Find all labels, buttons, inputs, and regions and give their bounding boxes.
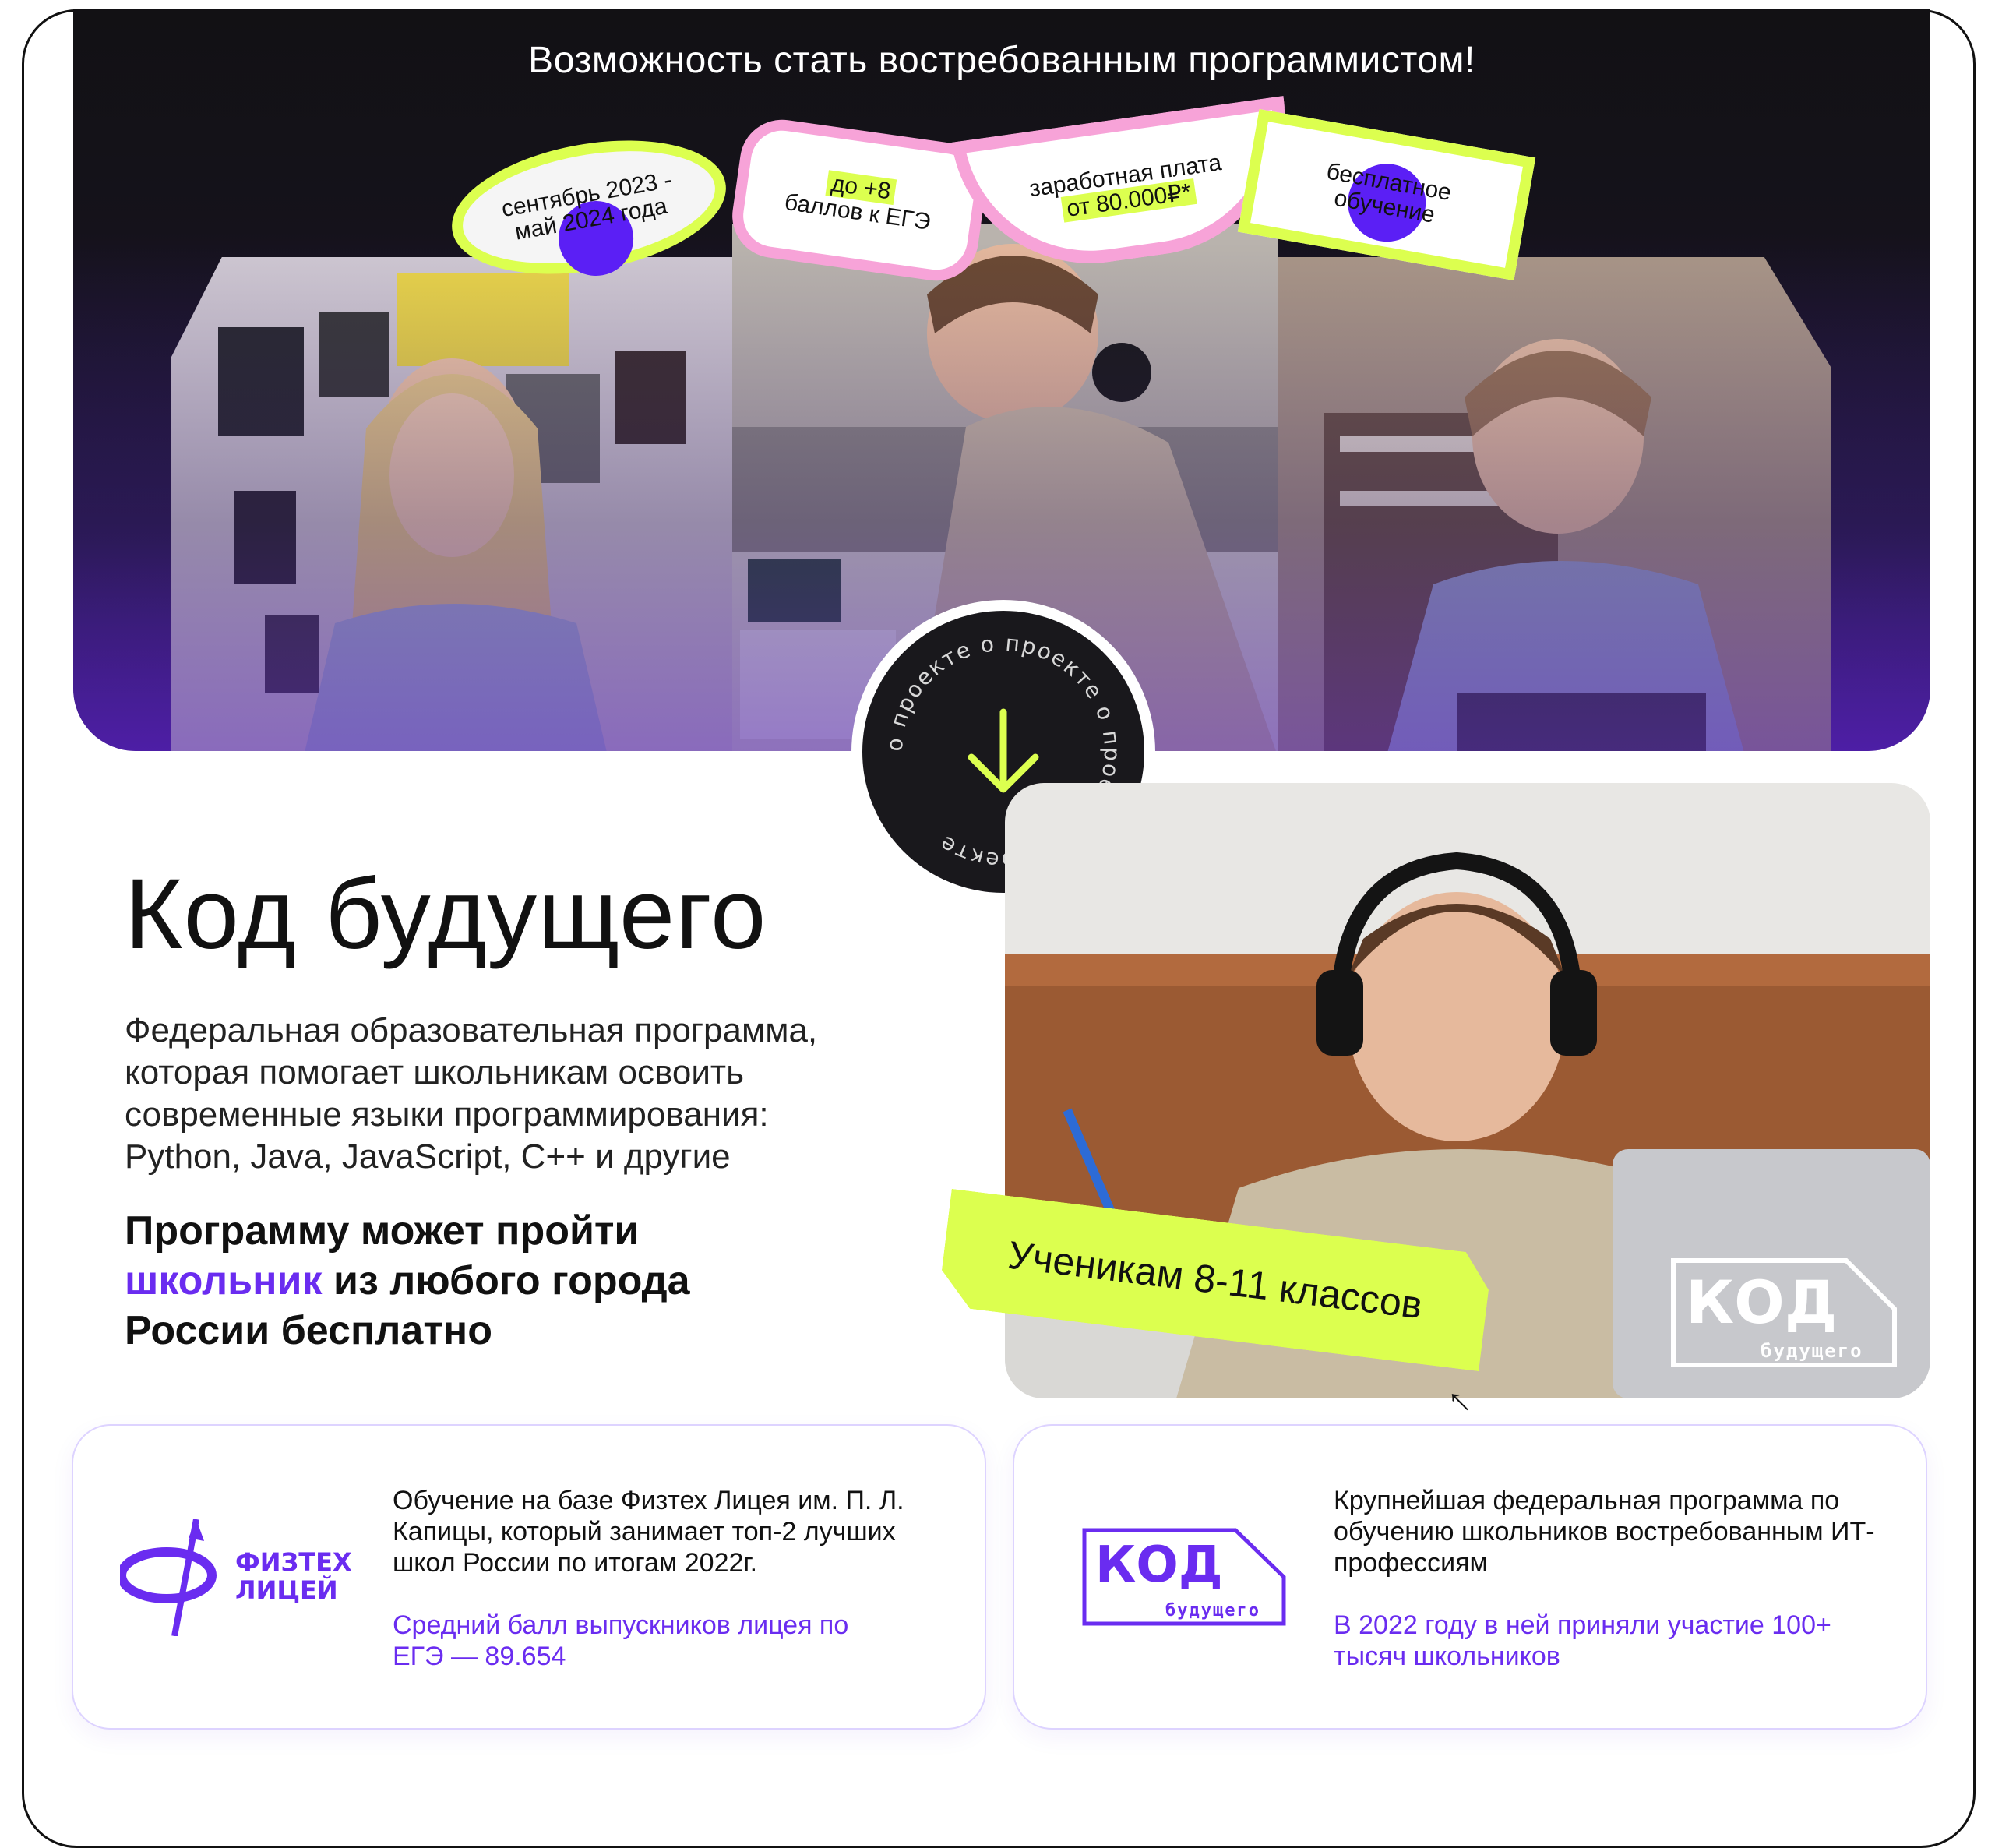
- corner-logo-sub: будущего: [1761, 1340, 1863, 1362]
- grade-tag-text: Ученикам 8-11 классов: [1006, 1233, 1425, 1328]
- program-card-text: Крупнейшая федеральная программа по обуч…: [1334, 1486, 1875, 1578]
- fiztech-lyceum-logo: ФИЗТЕХ ЛИЦЕЙ: [120, 1519, 352, 1636]
- info-card-program: КОД будущего Крупнейшая федеральная прог…: [1013, 1424, 1927, 1730]
- lead-part1: Программу может пройти: [125, 1208, 640, 1254]
- lead-accent: школьник: [125, 1258, 323, 1303]
- hero-title: Возможность стать востребованным програм…: [528, 40, 1475, 81]
- lyceum-logo-line2: ЛИЦЕЙ: [235, 1575, 338, 1605]
- card-logo-main: КОД: [1095, 1536, 1223, 1594]
- arrow-down-icon: [968, 708, 1039, 793]
- kod-logo-corner: КОД будущего: [1671, 1258, 1897, 1367]
- photo-boy-smiling: [1278, 257, 1831, 751]
- photo-girl: [171, 257, 732, 751]
- page-title: Код будущего: [125, 859, 767, 970]
- lyceum-card-text: Обучение на базе Физтех Лицея им. П. Л. …: [393, 1486, 904, 1578]
- card-logo-sub: будущего: [1165, 1601, 1260, 1621]
- program-lead: Программу может пройти школьник из любог…: [125, 1206, 826, 1356]
- program-card-sub: В 2022 году в ней приняли участие 100+ т…: [1334, 1610, 1831, 1671]
- lyceum-card-sub: Средний балл выпускников лицея по ЕГЭ — …: [393, 1610, 849, 1671]
- lyceum-logo-line1: ФИЗТЕХ: [235, 1547, 352, 1577]
- kod-logo-card: КОД будущего: [1082, 1528, 1286, 1626]
- program-description: Федеральная образовательная программа, к…: [125, 1011, 818, 1176]
- info-card-lyceum: ФИЗТЕХ ЛИЦЕЙ Обучение на базе Физтех Лиц…: [72, 1424, 986, 1730]
- corner-logo-main: КОД: [1686, 1268, 1837, 1337]
